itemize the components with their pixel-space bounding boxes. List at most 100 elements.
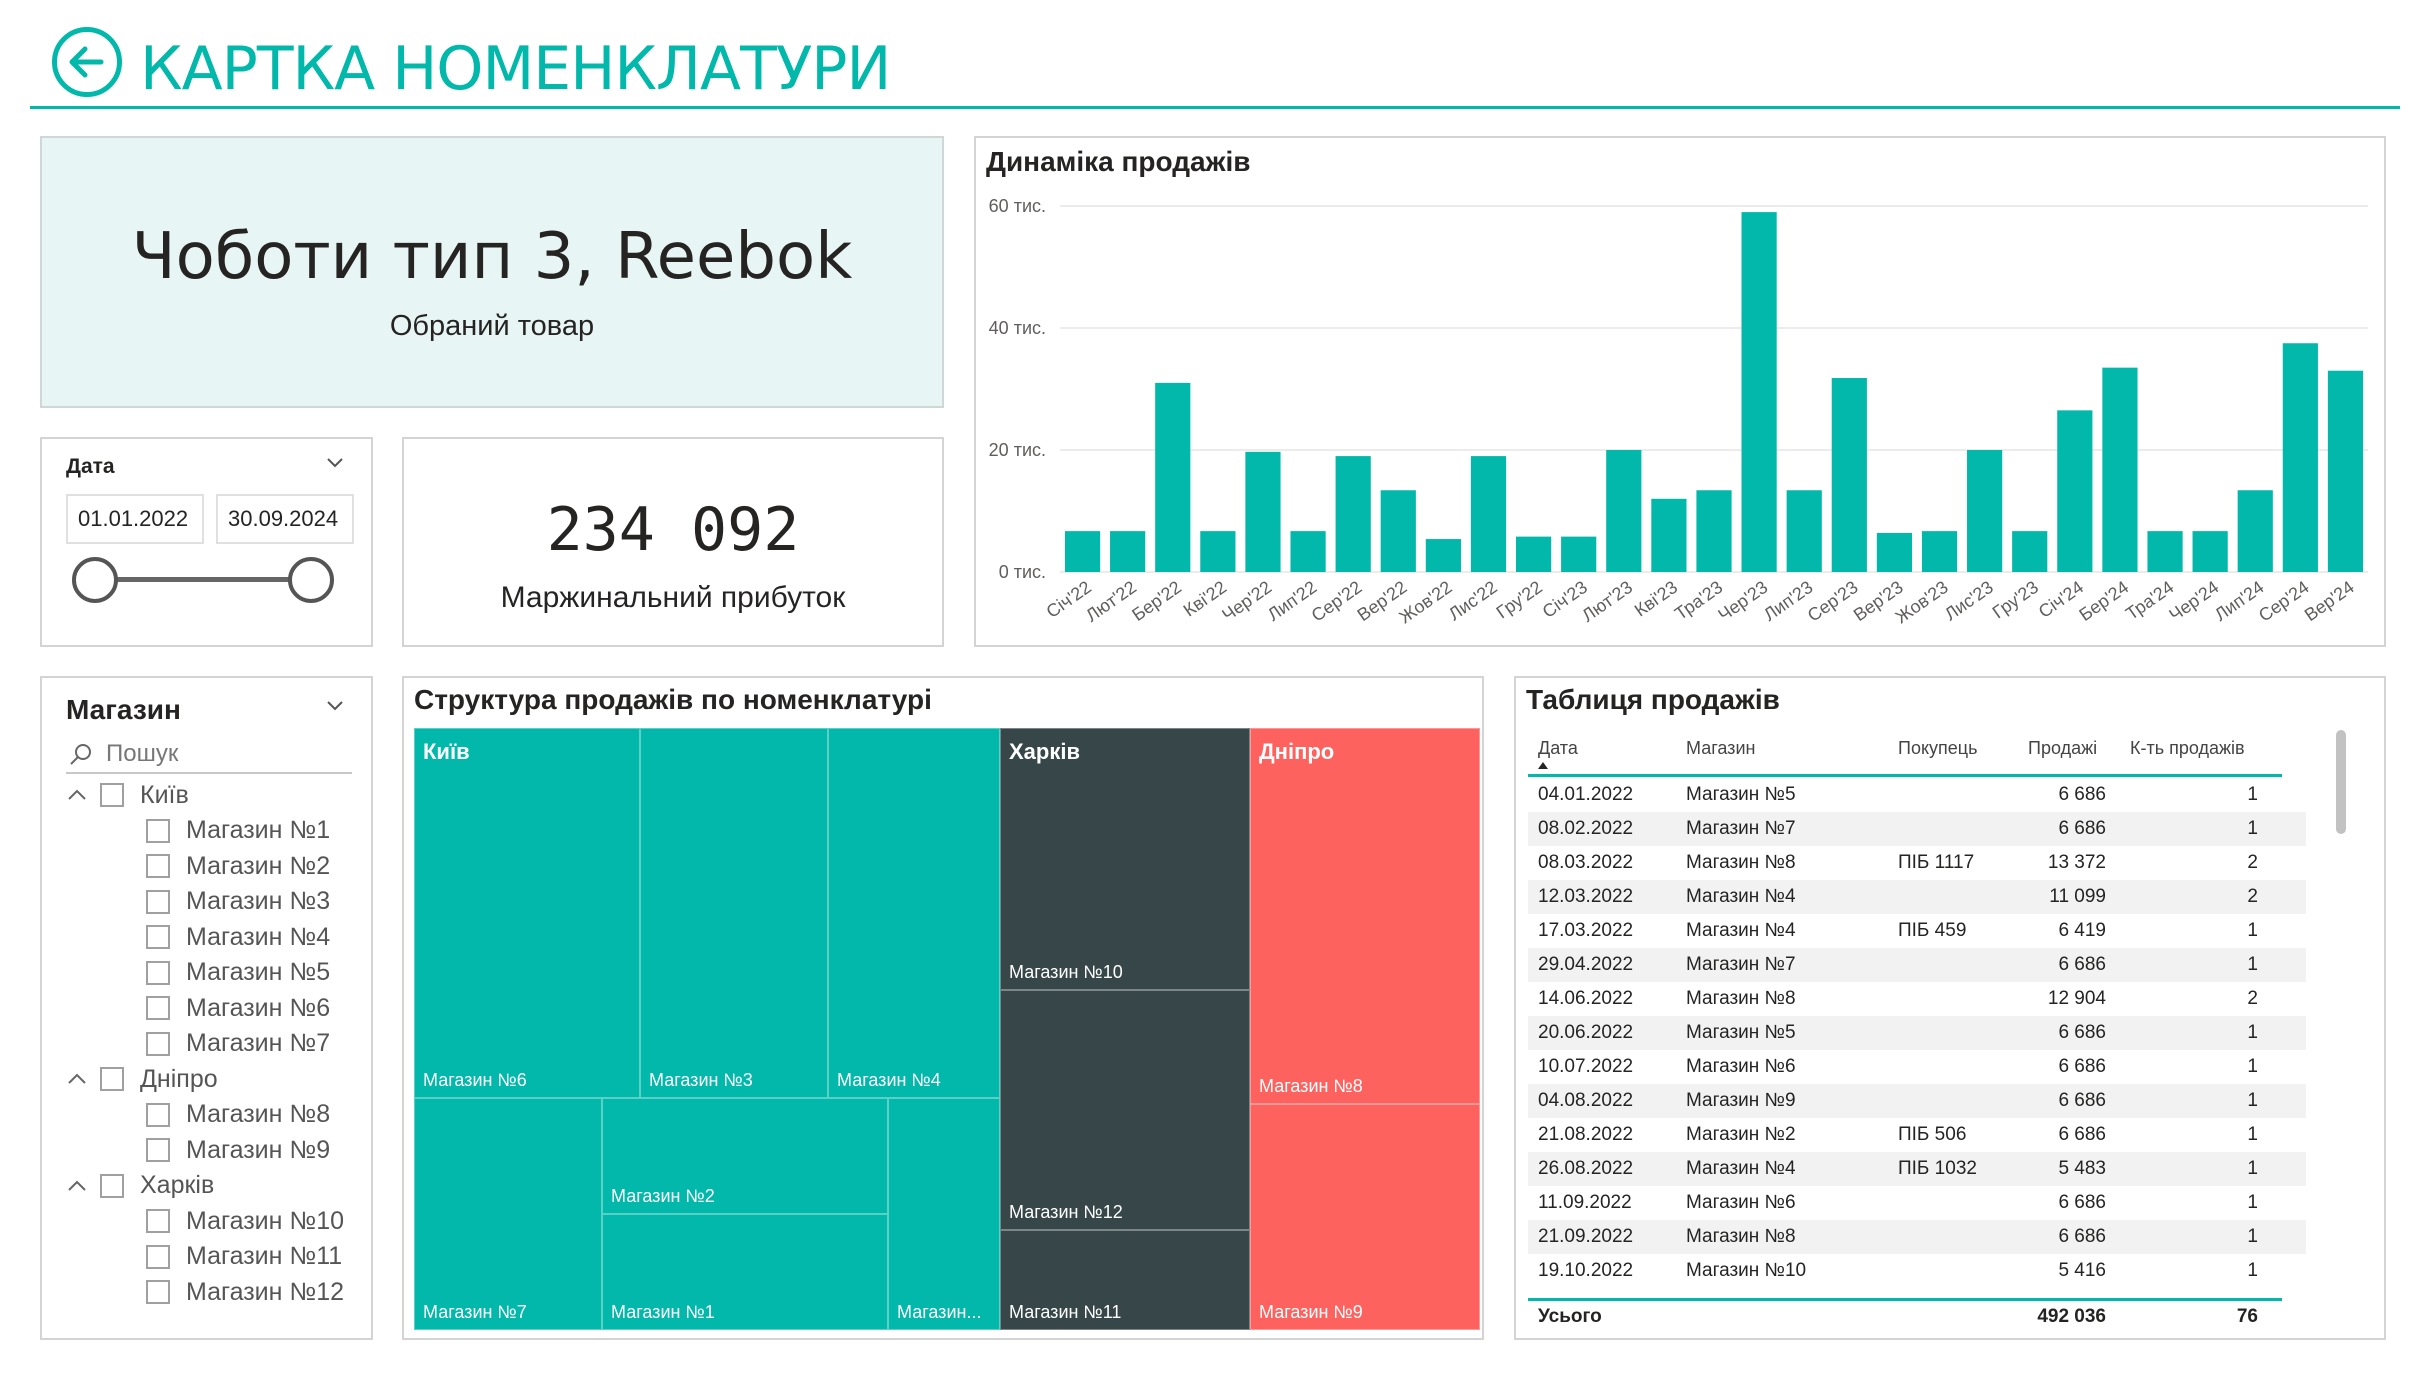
store-item-row[interactable]: Магазин №7 bbox=[146, 1027, 330, 1061]
table-row[interactable]: 10.07.2022 Магазин №6 6 686 1 bbox=[1528, 1050, 2306, 1084]
store-group-row[interactable]: Дніпро bbox=[66, 1062, 218, 1096]
bar[interactable] bbox=[1561, 536, 1597, 572]
date-start-input[interactable]: 01.01.2022 bbox=[66, 494, 204, 544]
checkbox[interactable] bbox=[146, 889, 170, 914]
store-item-row[interactable]: Магазин №5 bbox=[146, 956, 330, 990]
treemap-tile-store-3[interactable]: Магазин №3 bbox=[640, 728, 828, 1098]
store-item-row[interactable]: Магазин №2 bbox=[146, 849, 330, 883]
chevron-down-icon[interactable] bbox=[325, 455, 345, 471]
treemap-tile-store-7[interactable]: Магазин №7 bbox=[414, 1098, 602, 1330]
col-header-store[interactable]: Магазин bbox=[1686, 738, 1755, 759]
store-item-row[interactable]: Магазин №9 bbox=[146, 1133, 330, 1167]
chevron-up-icon[interactable] bbox=[66, 1068, 88, 1090]
treemap-tile-store-11[interactable]: Магазин №11 bbox=[1000, 1230, 1250, 1330]
bar[interactable] bbox=[1741, 212, 1777, 572]
back-arrow-button[interactable] bbox=[52, 27, 122, 97]
table-row[interactable]: 19.10.2022 Магазин №10 5 416 1 bbox=[1528, 1254, 2306, 1288]
col-header-buyer[interactable]: Покупець bbox=[1898, 738, 1977, 759]
checkbox[interactable] bbox=[146, 1138, 170, 1162]
checkbox[interactable] bbox=[100, 1173, 124, 1198]
store-search-field[interactable]: Пошук bbox=[66, 736, 352, 774]
date-end-handle[interactable] bbox=[288, 557, 334, 603]
treemap-tile-store-6[interactable]: Київ Магазин №6 bbox=[414, 728, 640, 1098]
treemap-tile-store-4[interactable]: Магазин №4 bbox=[828, 728, 1000, 1098]
table-row[interactable]: 11.09.2022 Магазин №6 6 686 1 bbox=[1528, 1186, 2306, 1220]
checkbox[interactable] bbox=[146, 960, 170, 985]
table-row[interactable]: 21.08.2022 Магазин №2 ПІБ 506 6 686 1 bbox=[1528, 1118, 2306, 1152]
chevron-up-icon[interactable] bbox=[66, 1175, 88, 1197]
bar[interactable] bbox=[2327, 370, 2364, 572]
table-row[interactable]: 04.01.2022 Магазин №5 6 686 1 bbox=[1528, 778, 2306, 812]
store-item-row[interactable]: Магазин №1 bbox=[146, 814, 330, 848]
checkbox[interactable] bbox=[146, 1244, 170, 1269]
store-group-row[interactable]: Харків bbox=[66, 1169, 214, 1203]
treemap-tile-store-8[interactable]: Дніпро Магазин №8 bbox=[1250, 728, 1480, 1104]
col-header-date[interactable]: Дата bbox=[1538, 738, 1578, 759]
table-scrollbar[interactable] bbox=[2336, 730, 2346, 834]
bar[interactable] bbox=[1425, 539, 1461, 572]
bar[interactable] bbox=[1696, 490, 1732, 572]
table-row[interactable]: 17.03.2022 Магазин №4 ПІБ 459 6 419 1 bbox=[1528, 914, 2306, 948]
date-start-handle[interactable] bbox=[72, 557, 118, 603]
treemap-tile-store-12[interactable]: Магазин №12 bbox=[1000, 990, 1250, 1230]
table-row[interactable]: 08.03.2022 Магазин №8 ПІБ 1117 13 372 2 bbox=[1528, 846, 2306, 880]
bar[interactable] bbox=[1831, 378, 1867, 572]
bar[interactable] bbox=[1380, 490, 1416, 572]
checkbox[interactable] bbox=[100, 1067, 124, 1091]
bar[interactable] bbox=[2147, 531, 2183, 572]
checkbox[interactable] bbox=[146, 1031, 170, 1056]
treemap-tile-store-10[interactable]: Харків Магазин №10 bbox=[1000, 728, 1250, 990]
bar[interactable] bbox=[2102, 367, 2138, 572]
checkbox[interactable] bbox=[146, 996, 170, 1020]
bar[interactable] bbox=[1110, 531, 1146, 572]
table-row[interactable]: 20.06.2022 Магазин №5 6 686 1 bbox=[1528, 1016, 2306, 1050]
chevron-down-icon[interactable] bbox=[325, 698, 345, 714]
bar[interactable] bbox=[1290, 531, 1326, 572]
store-item-row[interactable]: Магазин №8 bbox=[146, 1098, 330, 1132]
bar[interactable] bbox=[2012, 531, 2048, 572]
bar[interactable] bbox=[1606, 450, 1642, 572]
bar[interactable] bbox=[1876, 532, 1913, 572]
bar[interactable] bbox=[1515, 536, 1552, 572]
store-item-row[interactable]: Магазин №11 bbox=[146, 1240, 342, 1274]
table-row[interactable]: 26.08.2022 Магазин №4 ПІБ 1032 5 483 1 bbox=[1528, 1152, 2306, 1186]
store-group-row[interactable]: Київ bbox=[66, 778, 189, 812]
checkbox[interactable] bbox=[146, 1280, 170, 1304]
chevron-up-icon[interactable] bbox=[66, 784, 88, 806]
bar[interactable] bbox=[1470, 456, 1507, 572]
bar[interactable] bbox=[1651, 498, 1687, 572]
checkbox[interactable] bbox=[146, 1209, 170, 1233]
treemap-tile-store-5[interactable]: Магазин... bbox=[888, 1098, 1000, 1330]
bar[interactable] bbox=[2192, 531, 2228, 572]
treemap-tile-store-1[interactable]: Магазин №1 bbox=[602, 1214, 888, 1330]
bar[interactable] bbox=[2057, 410, 2093, 572]
treemap-tile-store-2[interactable]: Магазин №2 bbox=[602, 1098, 888, 1214]
checkbox[interactable] bbox=[146, 1102, 170, 1127]
bar[interactable] bbox=[1967, 450, 2003, 572]
store-item-row[interactable]: Магазин №6 bbox=[146, 991, 330, 1025]
col-header-sales[interactable]: Продажі bbox=[2028, 738, 2097, 759]
col-header-count[interactable]: К-ть продажів bbox=[2130, 738, 2245, 759]
table-row[interactable]: 21.09.2022 Магазин №8 6 686 1 bbox=[1528, 1220, 2306, 1254]
checkbox[interactable] bbox=[100, 783, 124, 807]
checkbox[interactable] bbox=[146, 925, 170, 949]
table-row[interactable]: 12.03.2022 Магазин №4 11 099 2 bbox=[1528, 880, 2306, 914]
bar[interactable] bbox=[2237, 490, 2273, 572]
bar[interactable] bbox=[1245, 451, 1281, 572]
table-row[interactable]: 29.04.2022 Магазин №7 6 686 1 bbox=[1528, 948, 2306, 982]
table-row[interactable]: 08.02.2022 Магазин №7 6 686 1 bbox=[1528, 812, 2306, 846]
bar[interactable] bbox=[1155, 382, 1191, 572]
table-row[interactable]: 04.08.2022 Магазин №9 6 686 1 bbox=[1528, 1084, 2306, 1118]
store-item-row[interactable]: Магазин №12 bbox=[146, 1275, 344, 1309]
checkbox[interactable] bbox=[146, 854, 170, 878]
table-row[interactable]: 14.06.2022 Магазин №8 12 904 2 bbox=[1528, 982, 2306, 1016]
bar[interactable] bbox=[1335, 456, 1371, 572]
bar[interactable] bbox=[1064, 531, 1101, 572]
bar[interactable] bbox=[1786, 490, 1822, 572]
date-end-input[interactable]: 30.09.2024 bbox=[216, 494, 354, 544]
store-item-row[interactable]: Магазин №10 bbox=[146, 1204, 344, 1238]
checkbox[interactable] bbox=[146, 818, 170, 843]
bar[interactable] bbox=[1921, 531, 1958, 572]
treemap-tile-store-9[interactable]: Магазин №9 bbox=[1250, 1104, 1480, 1330]
bar[interactable] bbox=[2282, 343, 2318, 572]
